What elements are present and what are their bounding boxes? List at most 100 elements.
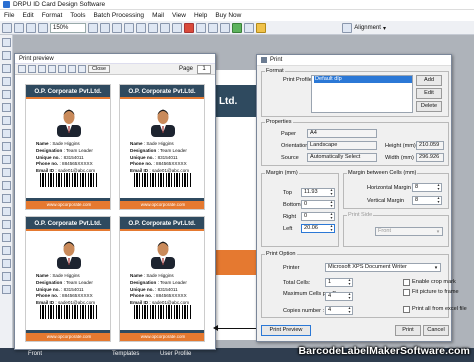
copies-input[interactable]: 4 ▲ ▼ [325,306,353,315]
total-cells-input[interactable]: 1 ▲ ▼ [325,278,353,287]
enable-crop-checkbox[interactable] [403,279,410,286]
redo-icon[interactable] [136,22,146,33]
page-number-input[interactable]: 1 [197,65,211,74]
cancel-button[interactable]: Cancel [423,325,449,336]
spin-arrows-icon[interactable]: ▲ ▼ [436,197,441,204]
grid-icon[interactable] [196,22,206,33]
six-pages-icon[interactable] [78,65,86,73]
open-icon[interactable] [14,22,24,33]
print-button[interactable]: Print [395,325,421,336]
three-pages-icon[interactable] [58,65,66,73]
menu-mail[interactable]: Mail [152,12,164,19]
add-profile-button[interactable]: Add [416,75,442,86]
zoom-in-icon[interactable] [26,22,36,33]
margin-right-input[interactable]: 0 ▲ ▼ [301,212,335,221]
spin-arrows-icon[interactable]: ▲ ▼ [329,225,334,232]
edit-profile-button[interactable]: Edit [416,88,442,99]
zoom-out-icon[interactable] [38,22,48,33]
text-tool-icon[interactable] [2,90,11,99]
profile-item[interactable]: Default dlp [314,76,412,83]
alignment-dropdown[interactable]: Alignment ▾ [342,23,386,33]
print-icon[interactable] [112,22,122,33]
tab-user-profile[interactable]: User Profile [160,351,191,357]
rectangle-tool-icon[interactable] [2,64,11,73]
print-preview-title-bar: Print preview [15,54,215,64]
menu-format[interactable]: Format [42,12,63,19]
four-pages-icon[interactable] [68,65,76,73]
save-as-icon[interactable] [100,22,110,33]
delete-profile-button[interactable]: Delete [416,101,442,112]
horizontal-margin-input[interactable]: 8 ▲ ▼ [412,183,442,192]
margin-left-input[interactable]: 20.06 ▲ ▼ [301,224,335,233]
export-icon[interactable] [208,22,218,33]
print-preview-button[interactable]: Print Preview [261,325,311,336]
margin-left-label: Left [283,226,293,232]
undo-icon[interactable] [124,22,134,33]
orientation-label: Orientation [281,143,309,149]
zoom-select[interactable]: 150% [50,22,86,33]
pen-tool-icon[interactable] [2,259,11,268]
menu-file[interactable]: File [4,12,14,19]
ellipse-tool-icon[interactable] [2,77,11,86]
vertical-margin-input[interactable]: 8 ▲ ▼ [412,196,442,205]
symbol-tool-icon[interactable] [2,233,11,242]
margin-top-label: Top [283,190,293,196]
image-icon[interactable] [244,22,254,33]
one-page-icon[interactable] [38,65,46,73]
spin-arrows-icon[interactable]: ▲ ▼ [436,184,441,191]
print-icon[interactable] [18,65,26,73]
print-profile-list[interactable]: Default dlp [311,75,413,113]
line-tool-icon[interactable] [2,51,11,60]
copy-icon[interactable] [160,22,170,33]
save-icon[interactable] [88,22,98,33]
two-pages-icon[interactable] [48,65,56,73]
tab-front[interactable]: Front [28,351,42,357]
barcode-tool-icon[interactable] [2,129,11,138]
spin-arrows-icon[interactable]: ▲ ▼ [347,307,352,314]
polygon-tool-icon[interactable] [2,207,11,216]
new-icon[interactable] [2,22,12,33]
menu-view[interactable]: View [172,12,186,19]
arc-tool-icon[interactable] [2,181,11,190]
spin-arrows-icon[interactable]: ▲ ▼ [347,279,352,286]
menu-tools[interactable]: Tools [70,12,85,19]
menu-batch-processing[interactable]: Batch Processing [93,12,144,19]
eraser-tool-icon[interactable] [2,272,11,281]
mail-icon[interactable] [220,22,230,33]
shape-tool-icon[interactable] [2,168,11,177]
tab-templates[interactable]: Templates [112,351,139,357]
fill-tool-icon[interactable] [2,285,11,294]
triangle-tool-icon[interactable] [2,194,11,203]
spin-arrows-icon[interactable]: ▲ ▼ [347,293,352,300]
height-label: Height (mm) [385,143,416,149]
spin-arrows-icon[interactable]: ▲ ▼ [329,201,334,208]
photo-tool-icon[interactable] [2,246,11,255]
fit-picture-checkbox[interactable] [403,289,410,296]
cut-icon[interactable] [148,22,158,33]
star-tool-icon[interactable] [2,103,11,112]
zoom-icon[interactable] [28,65,36,73]
paste-icon[interactable] [172,22,182,33]
max-cells-input[interactable]: 4 ▲ ▼ [325,292,353,301]
menu-buy-now[interactable]: Buy Now [215,12,241,19]
library-tool-icon[interactable] [2,220,11,229]
margin-bottom-input[interactable]: 0 ▲ ▼ [301,200,335,209]
properties-group-label: Properties [265,119,293,125]
spin-arrows-icon[interactable]: ▲ ▼ [329,213,334,220]
menu-help[interactable]: Help [194,12,207,19]
spin-arrows-icon[interactable]: ▲ ▼ [329,189,334,196]
watermark-tool-icon[interactable] [2,155,11,164]
app-icon [3,1,10,8]
delete-icon[interactable] [184,22,194,33]
batch-icon[interactable] [232,22,242,33]
print-all-checkbox[interactable] [403,306,410,313]
signature-tool-icon[interactable] [2,142,11,151]
image-tool-icon[interactable] [2,116,11,125]
select-tool-icon[interactable] [2,38,11,47]
margin-top-input[interactable]: 11.93 ▲ ▼ [301,188,335,197]
printer-select[interactable]: Microsoft XPS Document Writer ▾ [325,263,441,272]
close-preview-button[interactable]: Close [88,65,111,73]
menu-edit[interactable]: Edit [22,12,33,19]
orientation-field: Landscape [307,141,377,150]
excel-icon[interactable] [256,22,266,33]
